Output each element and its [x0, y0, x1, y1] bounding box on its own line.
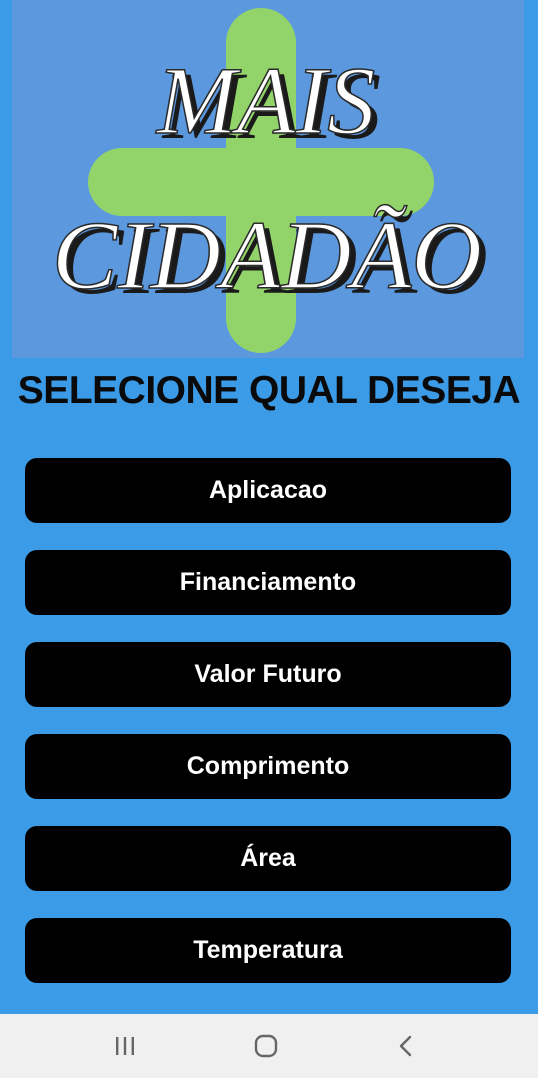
aplicacao-button[interactable]: Aplicacao	[25, 458, 511, 523]
logo-text-line1: MAIS	[155, 47, 376, 154]
valor-futuro-button[interactable]: Valor Futuro	[25, 642, 511, 707]
app-logo: MAIS MAIS CIDADÃO CIDADÃO	[12, 0, 524, 358]
temperatura-button[interactable]: Temperatura	[25, 918, 511, 983]
home-icon	[254, 1034, 278, 1058]
recents-icon	[116, 1037, 134, 1055]
system-navigation-bar	[0, 1014, 538, 1078]
calculator-menu: Aplicacao Financiamento Valor Futuro Com…	[25, 458, 511, 1010]
selection-prompt: SELECIONE QUAL DESEJA	[17, 369, 521, 412]
app-screen: MAIS MAIS CIDADÃO CIDADÃO SELECIONE QUAL…	[0, 0, 538, 1014]
logo-text-line2: CIDADÃO	[52, 202, 482, 310]
recents-button[interactable]	[105, 1028, 145, 1064]
back-icon	[399, 1035, 412, 1057]
area-button[interactable]: Área	[25, 826, 511, 891]
logo-graphic: MAIS MAIS CIDADÃO CIDADÃO	[12, 0, 524, 358]
comprimento-button[interactable]: Comprimento	[25, 734, 511, 799]
back-button[interactable]	[386, 1028, 426, 1064]
home-button[interactable]	[246, 1028, 286, 1064]
financiamento-button[interactable]: Financiamento	[25, 550, 511, 615]
